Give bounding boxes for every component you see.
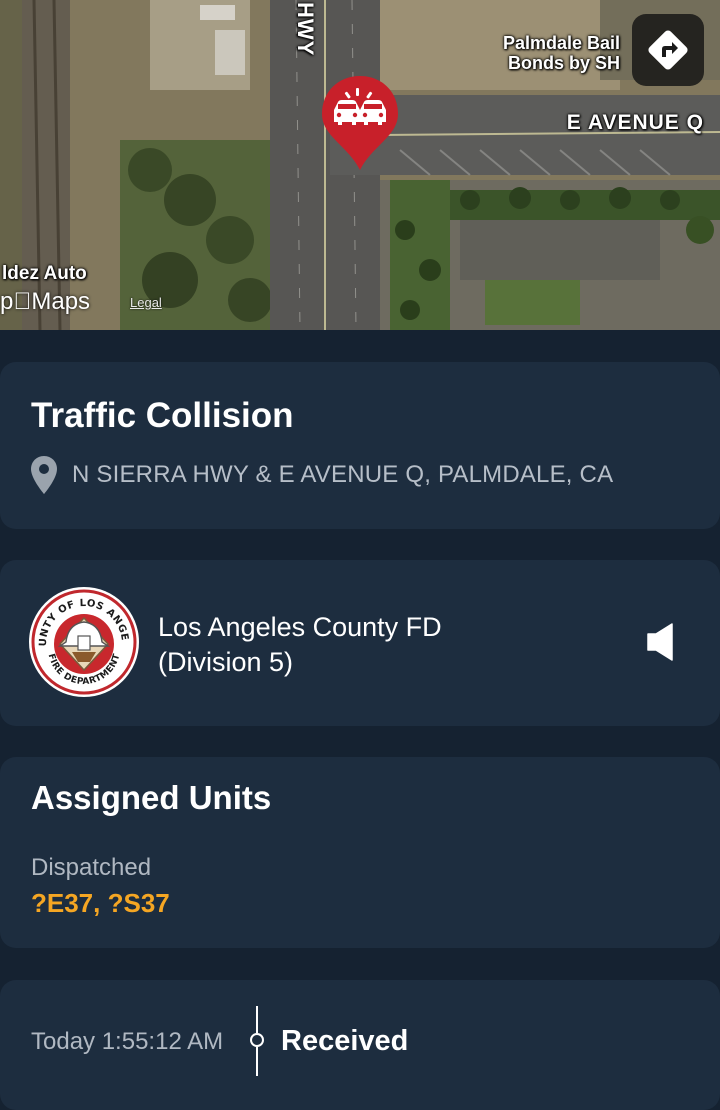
timeline-card: Today 1:55:12 AM Received bbox=[0, 980, 720, 1110]
location-pin-icon bbox=[31, 456, 57, 494]
directions-button[interactable] bbox=[632, 14, 704, 86]
incident-address-row[interactable]: N SIERRA HWY & E AVENUE Q, PALMDALE, CA bbox=[30, 455, 613, 495]
speaker-icon[interactable] bbox=[646, 622, 676, 662]
maps-brand-prefix: p bbox=[0, 288, 14, 315]
incident-map[interactable]: HWY Palmdale Bail Bonds by SH E AVENUE Q… bbox=[0, 0, 720, 330]
apple-maps-logo: pMaps bbox=[0, 288, 90, 316]
agency-card: COUNTY OF LOS ANGELES FIRE DEPARTMENT Lo… bbox=[0, 560, 720, 726]
map-poi-label-left: ldez Auto bbox=[2, 263, 87, 284]
car-collision-icon[interactable] bbox=[320, 74, 400, 172]
timeline-node-icon bbox=[250, 1006, 264, 1076]
units-list[interactable]: ?E37, ?S37 bbox=[31, 888, 170, 919]
units-status-label: Dispatched bbox=[31, 854, 152, 881]
assigned-units-card: Assigned Units Dispatched ?E37, ?S37 bbox=[0, 757, 720, 948]
incident-card: Traffic Collision N SIERRA HWY & E AVENU… bbox=[0, 362, 720, 529]
incident-title: Traffic Collision bbox=[31, 396, 294, 435]
map-poi-label-line2: Bonds by SH bbox=[507, 53, 620, 73]
directions-icon bbox=[648, 30, 688, 70]
map-poi-label[interactable]: Palmdale Bail Bonds by SH bbox=[503, 33, 620, 73]
maps-brand-text: Maps bbox=[20, 288, 90, 315]
incident-address: N SIERRA HWY & E AVENUE Q, PALMDALE, CA bbox=[72, 461, 614, 488]
la-county-fire-department-seal: COUNTY OF LOS ANGELES FIRE DEPARTMENT bbox=[28, 586, 139, 697]
agency-name-line2: (Division 5) bbox=[158, 647, 294, 677]
map-street-label: E AVENUE Q bbox=[566, 111, 704, 134]
map-poi-label-line1: Palmdale Bail bbox=[502, 33, 620, 53]
agency-name: Los Angeles County FD (Division 5) bbox=[158, 610, 442, 680]
map-road-label-hwy: HWY bbox=[293, 2, 318, 57]
agency-name-line1: Los Angeles County FD bbox=[158, 612, 442, 642]
apple-logo-icon:  bbox=[13, 288, 31, 315]
map-legal-link[interactable]: Legal bbox=[130, 295, 162, 310]
timeline-time: Today 1:55:12 AM bbox=[31, 1028, 224, 1055]
assigned-units-title: Assigned Units bbox=[31, 779, 272, 816]
timeline-status: Received bbox=[281, 1025, 409, 1057]
